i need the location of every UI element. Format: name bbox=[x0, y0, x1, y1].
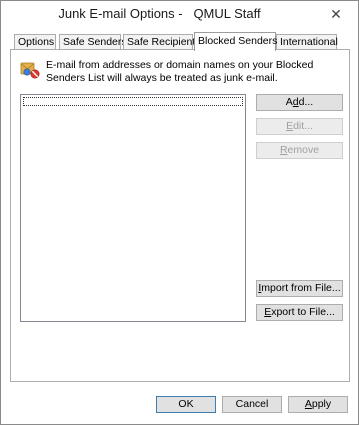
remove-button-accel: R bbox=[279, 144, 288, 156]
cancel-button[interactable]: Cancel bbox=[222, 396, 282, 413]
ok-button[interactable]: OK bbox=[156, 396, 216, 413]
add-button-label-post: d... bbox=[298, 96, 314, 108]
blocked-senders-panel: E-mail from addresses or domain names on… bbox=[10, 49, 350, 382]
add-button-label-pre: A bbox=[285, 96, 293, 108]
edit-button[interactable]: Edit... bbox=[256, 118, 343, 135]
title-bar[interactable]: Junk E-mail Options - QMUL Staff ✕ bbox=[1, 1, 358, 29]
import-from-file-button[interactable]: Import from File... bbox=[256, 280, 343, 297]
description-text: E-mail from addresses or domain names on… bbox=[46, 59, 314, 84]
window-title: Junk E-mail Options - QMUL Staff bbox=[58, 6, 261, 21]
tab-options[interactable]: Options bbox=[14, 34, 56, 50]
tab-safe-recipients[interactable]: Safe Recipients bbox=[123, 34, 201, 50]
blocked-senders-list[interactable] bbox=[20, 94, 246, 322]
remove-button[interactable]: Remove bbox=[256, 142, 343, 159]
add-button[interactable]: Add... bbox=[256, 94, 343, 111]
blocked-senders-icon bbox=[20, 60, 40, 80]
export-button-label-post: xport to File... bbox=[271, 306, 335, 318]
apply-button-label-post: pply bbox=[311, 398, 332, 410]
tab-safe-senders[interactable]: Safe Senders bbox=[59, 34, 127, 50]
close-icon[interactable]: ✕ bbox=[328, 6, 344, 22]
apply-button[interactable]: Apply bbox=[288, 396, 348, 413]
list-focus-item[interactable] bbox=[23, 97, 243, 106]
remove-button-label-post: emove bbox=[287, 144, 320, 156]
tab-international[interactable]: International bbox=[276, 34, 338, 50]
apply-button-accel: A bbox=[304, 398, 312, 410]
junk-email-options-dialog: Junk E-mail Options - QMUL Staff ✕ Optio… bbox=[0, 0, 359, 425]
tab-blocked-senders[interactable]: Blocked Senders bbox=[194, 32, 277, 51]
export-to-file-button[interactable]: Export to File... bbox=[256, 304, 343, 321]
edit-button-label-post: dit... bbox=[293, 120, 313, 132]
import-button-label-post: mport from File... bbox=[261, 282, 341, 294]
